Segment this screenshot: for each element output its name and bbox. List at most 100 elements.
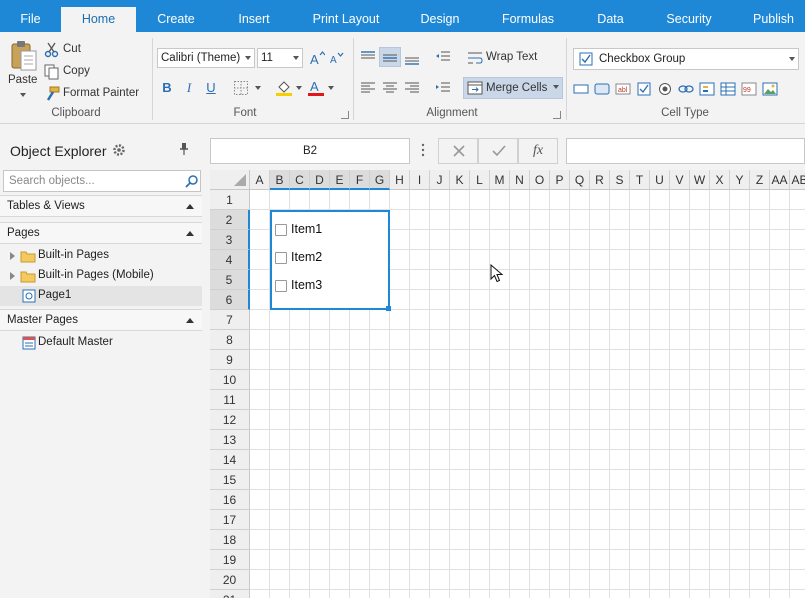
select-all-corner[interactable] xyxy=(210,170,250,190)
underline-button[interactable]: U xyxy=(203,80,219,96)
align-middle-button[interactable] xyxy=(379,47,401,67)
column-header[interactable]: Z xyxy=(750,170,770,190)
name-box[interactable]: B2 xyxy=(210,138,410,164)
label-celltype-icon[interactable]: abl xyxy=(615,82,631,96)
tab-design[interactable]: Design xyxy=(409,7,471,32)
numeric-celltype-icon[interactable]: 99 xyxy=(741,82,757,96)
align-top-icon[interactable] xyxy=(360,50,376,64)
expand-arrow-icon[interactable] xyxy=(10,252,15,260)
column-header[interactable]: F xyxy=(350,170,370,190)
tree-item-default-master[interactable]: Default Master xyxy=(0,333,202,353)
row-header[interactable]: 6 xyxy=(210,290,250,310)
pin-icon[interactable] xyxy=(178,142,190,156)
column-header[interactable]: AA xyxy=(770,170,790,190)
align-bottom-icon[interactable] xyxy=(404,52,420,66)
row-header[interactable]: 16 xyxy=(210,490,250,510)
row-header[interactable]: 3 xyxy=(210,230,250,250)
spreadsheet-grid[interactable]: A B C D E F G H I J K L M N O P Q R S T U V W X Y Z AA AB 123456789… xyxy=(210,170,805,598)
column-header[interactable]: L xyxy=(470,170,490,190)
row-header[interactable]: 17 xyxy=(210,510,250,530)
checkbox-icon[interactable] xyxy=(275,224,287,236)
row-header[interactable]: 15 xyxy=(210,470,250,490)
wrap-text-button[interactable]: Wrap Text xyxy=(465,48,545,68)
decrease-font-button[interactable]: A xyxy=(329,50,345,66)
column-header[interactable]: Y xyxy=(730,170,750,190)
column-header[interactable]: P xyxy=(550,170,570,190)
paste-button[interactable]: Paste xyxy=(5,40,41,104)
cell-type-select[interactable]: Checkbox Group xyxy=(573,48,799,70)
alignment-dialog-launcher[interactable] xyxy=(553,111,561,119)
tab-create[interactable]: Create xyxy=(145,7,207,32)
column-header[interactable]: W xyxy=(690,170,710,190)
chevron-up-icon[interactable] xyxy=(186,204,194,209)
font-family-select[interactable]: Calibri (Theme) xyxy=(157,48,255,68)
search-icon[interactable] xyxy=(185,174,199,188)
italic-button[interactable]: I xyxy=(181,80,197,96)
column-header[interactable]: J xyxy=(430,170,450,190)
textbox-celltype-icon[interactable] xyxy=(573,82,589,96)
column-header[interactable]: R xyxy=(590,170,610,190)
font-dialog-launcher[interactable] xyxy=(341,111,349,119)
confirm-formula-button[interactable] xyxy=(478,138,518,164)
cut-button[interactable]: Cut xyxy=(43,41,103,59)
column-header[interactable]: T xyxy=(630,170,650,190)
expand-arrow-icon[interactable] xyxy=(10,272,15,280)
row-header[interactable]: 1 xyxy=(210,190,250,210)
column-header[interactable]: M xyxy=(490,170,510,190)
tree-item-built-in-pages[interactable]: Built-in Pages xyxy=(0,246,202,266)
decrease-indent-icon[interactable] xyxy=(435,50,451,64)
row-header[interactable]: 9 xyxy=(210,350,250,370)
column-header[interactable]: K xyxy=(450,170,470,190)
more-options-icon[interactable] xyxy=(421,143,425,157)
column-header[interactable]: O xyxy=(530,170,550,190)
column-header[interactable]: X xyxy=(710,170,730,190)
checkbox-icon[interactable] xyxy=(275,280,287,292)
column-header[interactable]: D xyxy=(310,170,330,190)
fill-handle[interactable] xyxy=(386,306,391,311)
checkbox-celltype-icon[interactable] xyxy=(636,82,652,96)
master-pages-section[interactable]: Master Pages xyxy=(0,309,202,331)
borders-button[interactable] xyxy=(233,79,261,97)
align-left-icon[interactable] xyxy=(360,81,376,95)
row-header[interactable]: 12 xyxy=(210,410,250,430)
align-right-icon[interactable] xyxy=(404,81,420,95)
column-header[interactable]: B xyxy=(270,170,290,190)
row-header[interactable]: 21 xyxy=(210,590,250,598)
combobox-celltype-icon[interactable] xyxy=(699,82,715,96)
tab-file[interactable]: File xyxy=(0,7,61,32)
row-header[interactable]: 7 xyxy=(210,310,250,330)
row-header[interactable]: 18 xyxy=(210,530,250,550)
hyperlink-celltype-icon[interactable] xyxy=(678,82,694,96)
row-header[interactable]: 8 xyxy=(210,330,250,350)
tables-views-section[interactable]: Tables & Views xyxy=(0,195,202,217)
tab-insert[interactable]: Insert xyxy=(224,7,284,32)
increase-indent-icon[interactable] xyxy=(435,81,451,95)
column-header[interactable]: I xyxy=(410,170,430,190)
tab-data[interactable]: Data xyxy=(585,7,636,32)
listview-celltype-icon[interactable] xyxy=(720,82,736,96)
insert-function-button[interactable]: fx xyxy=(518,138,558,164)
row-header[interactable]: 4 xyxy=(210,250,250,270)
merge-cells-button[interactable]: Merge Cells xyxy=(463,77,563,99)
font-size-select[interactable]: 11 xyxy=(257,48,303,68)
column-header[interactable]: H xyxy=(390,170,410,190)
tab-security[interactable]: Security xyxy=(656,7,722,32)
chevron-up-icon[interactable] xyxy=(186,318,194,323)
checkbox-icon[interactable] xyxy=(275,252,287,264)
search-input[interactable]: Search objects... xyxy=(3,170,201,192)
column-header[interactable]: U xyxy=(650,170,670,190)
column-header[interactable]: C xyxy=(290,170,310,190)
tree-item-page1[interactable]: Page1 xyxy=(0,286,202,306)
bold-button[interactable]: B xyxy=(159,80,175,96)
increase-font-button[interactable]: A xyxy=(309,50,325,66)
cancel-formula-button[interactable] xyxy=(438,138,478,164)
image-celltype-icon[interactable] xyxy=(762,82,778,96)
paste-dropdown-icon[interactable] xyxy=(20,93,26,97)
align-center-icon[interactable] xyxy=(382,81,398,95)
copy-button[interactable]: Copy xyxy=(43,63,103,81)
button-celltype-icon[interactable] xyxy=(594,82,610,96)
chevron-up-icon[interactable] xyxy=(186,231,194,236)
tab-formulas[interactable]: Formulas xyxy=(493,7,563,32)
tree-item-built-in-pages-mobile[interactable]: Built-in Pages (Mobile) xyxy=(0,266,202,286)
column-header[interactable]: AB xyxy=(790,170,805,190)
